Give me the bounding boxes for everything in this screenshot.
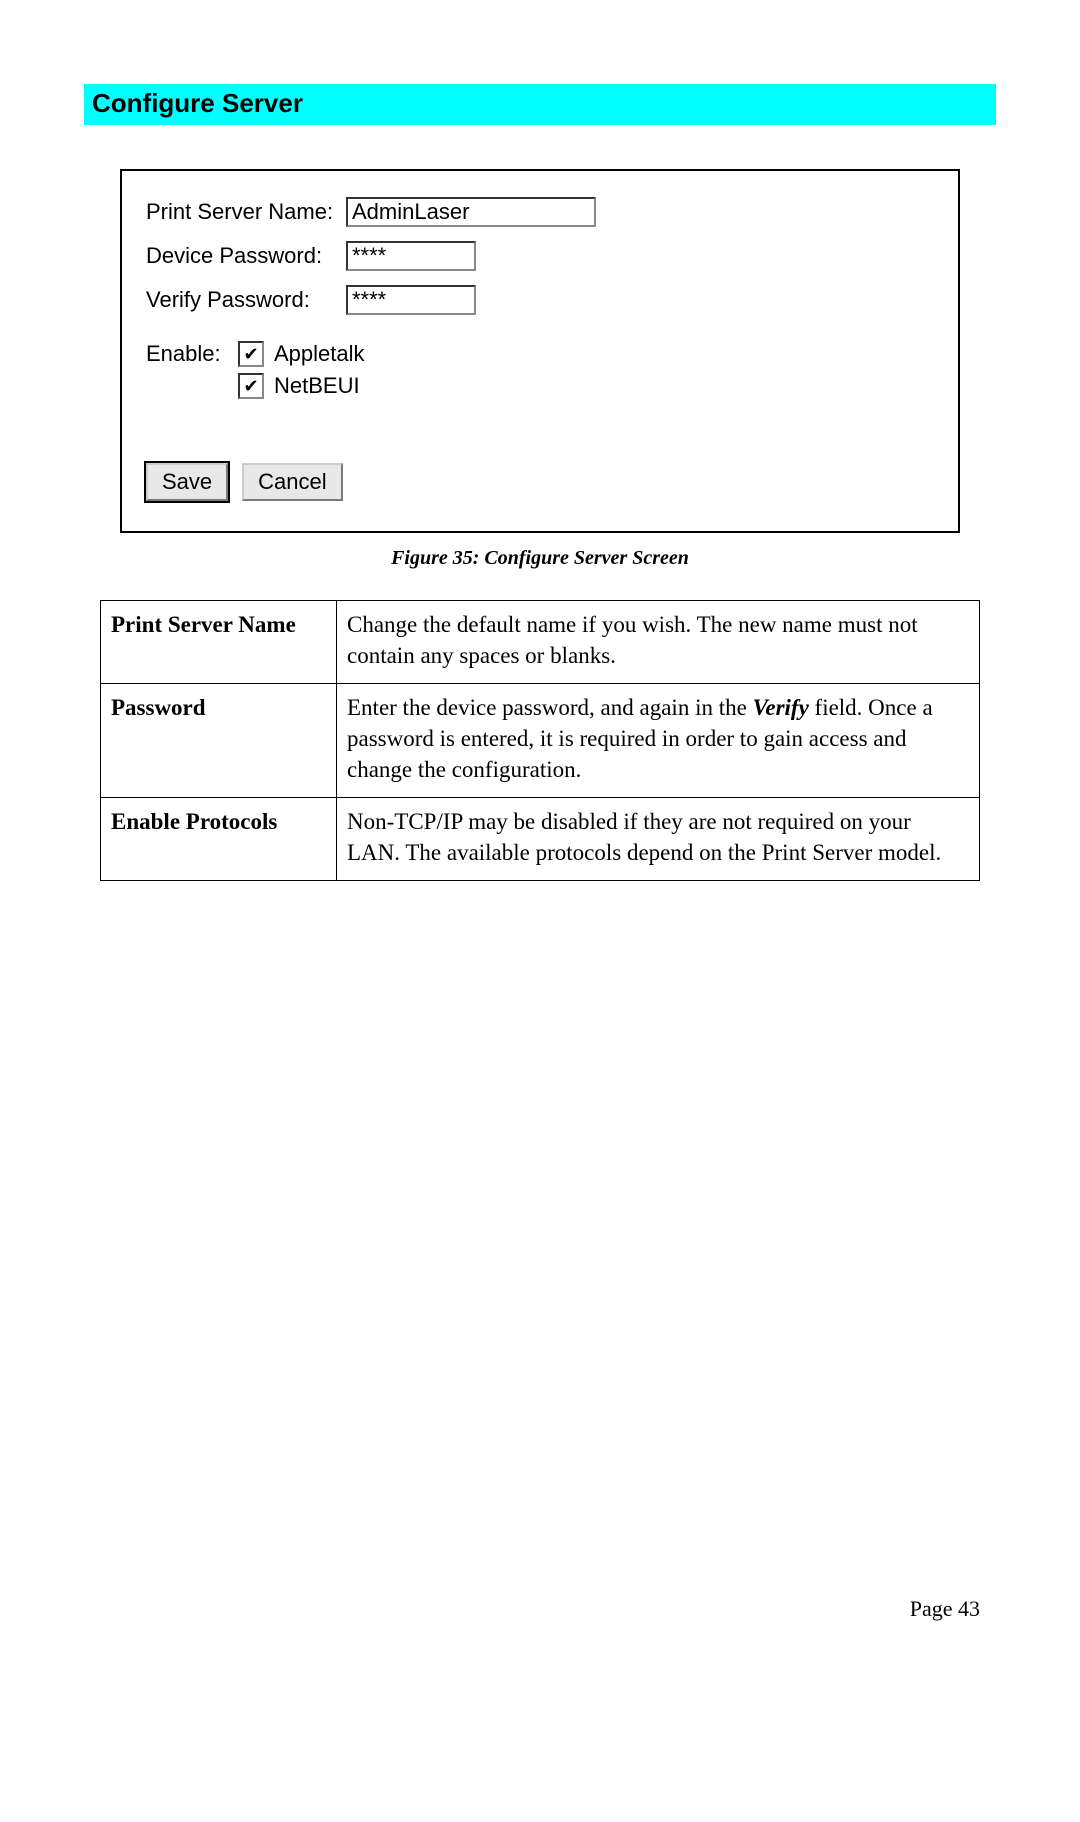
device-password-input[interactable] <box>346 241 476 271</box>
save-button[interactable]: Save <box>146 463 228 501</box>
cancel-button[interactable]: Cancel <box>242 463 342 501</box>
row-desc: Enter the device password, and again in … <box>337 684 980 798</box>
device-password-label: Device Password: <box>146 243 346 269</box>
row-key: Print Server Name <box>101 601 337 684</box>
table-row: Print Server Name Change the default nam… <box>101 601 980 684</box>
page-number: Page 43 <box>910 1596 980 1622</box>
appletalk-label: Appletalk <box>274 341 365 367</box>
row-key: Enable Protocols <box>101 798 337 881</box>
row-desc: Change the default name if you wish. The… <box>337 601 980 684</box>
table-row: Password Enter the device password, and … <box>101 684 980 798</box>
verify-password-input[interactable] <box>346 285 476 315</box>
table-row: Enable Protocols Non-TCP/IP may be disab… <box>101 798 980 881</box>
netbeui-label: NetBEUI <box>274 373 360 399</box>
appletalk-checkbox[interactable]: ✔ <box>238 341 264 367</box>
verify-password-label: Verify Password: <box>146 287 346 313</box>
figure-caption: Figure 35: Configure Server Screen <box>84 547 996 570</box>
description-table: Print Server Name Change the default nam… <box>100 600 980 881</box>
verify-emphasis: Verify <box>753 695 809 720</box>
netbeui-checkbox[interactable]: ✔ <box>238 373 264 399</box>
server-name-input[interactable] <box>346 197 596 227</box>
row-desc: Non-TCP/IP may be disabled if they are n… <box>337 798 980 881</box>
enable-label: Enable: <box>146 341 238 367</box>
row-key: Password <box>101 684 337 798</box>
section-header: Configure Server <box>84 84 996 125</box>
config-form-frame: Print Server Name: Device Password: Veri… <box>120 169 960 533</box>
server-name-label: Print Server Name: <box>146 199 346 225</box>
